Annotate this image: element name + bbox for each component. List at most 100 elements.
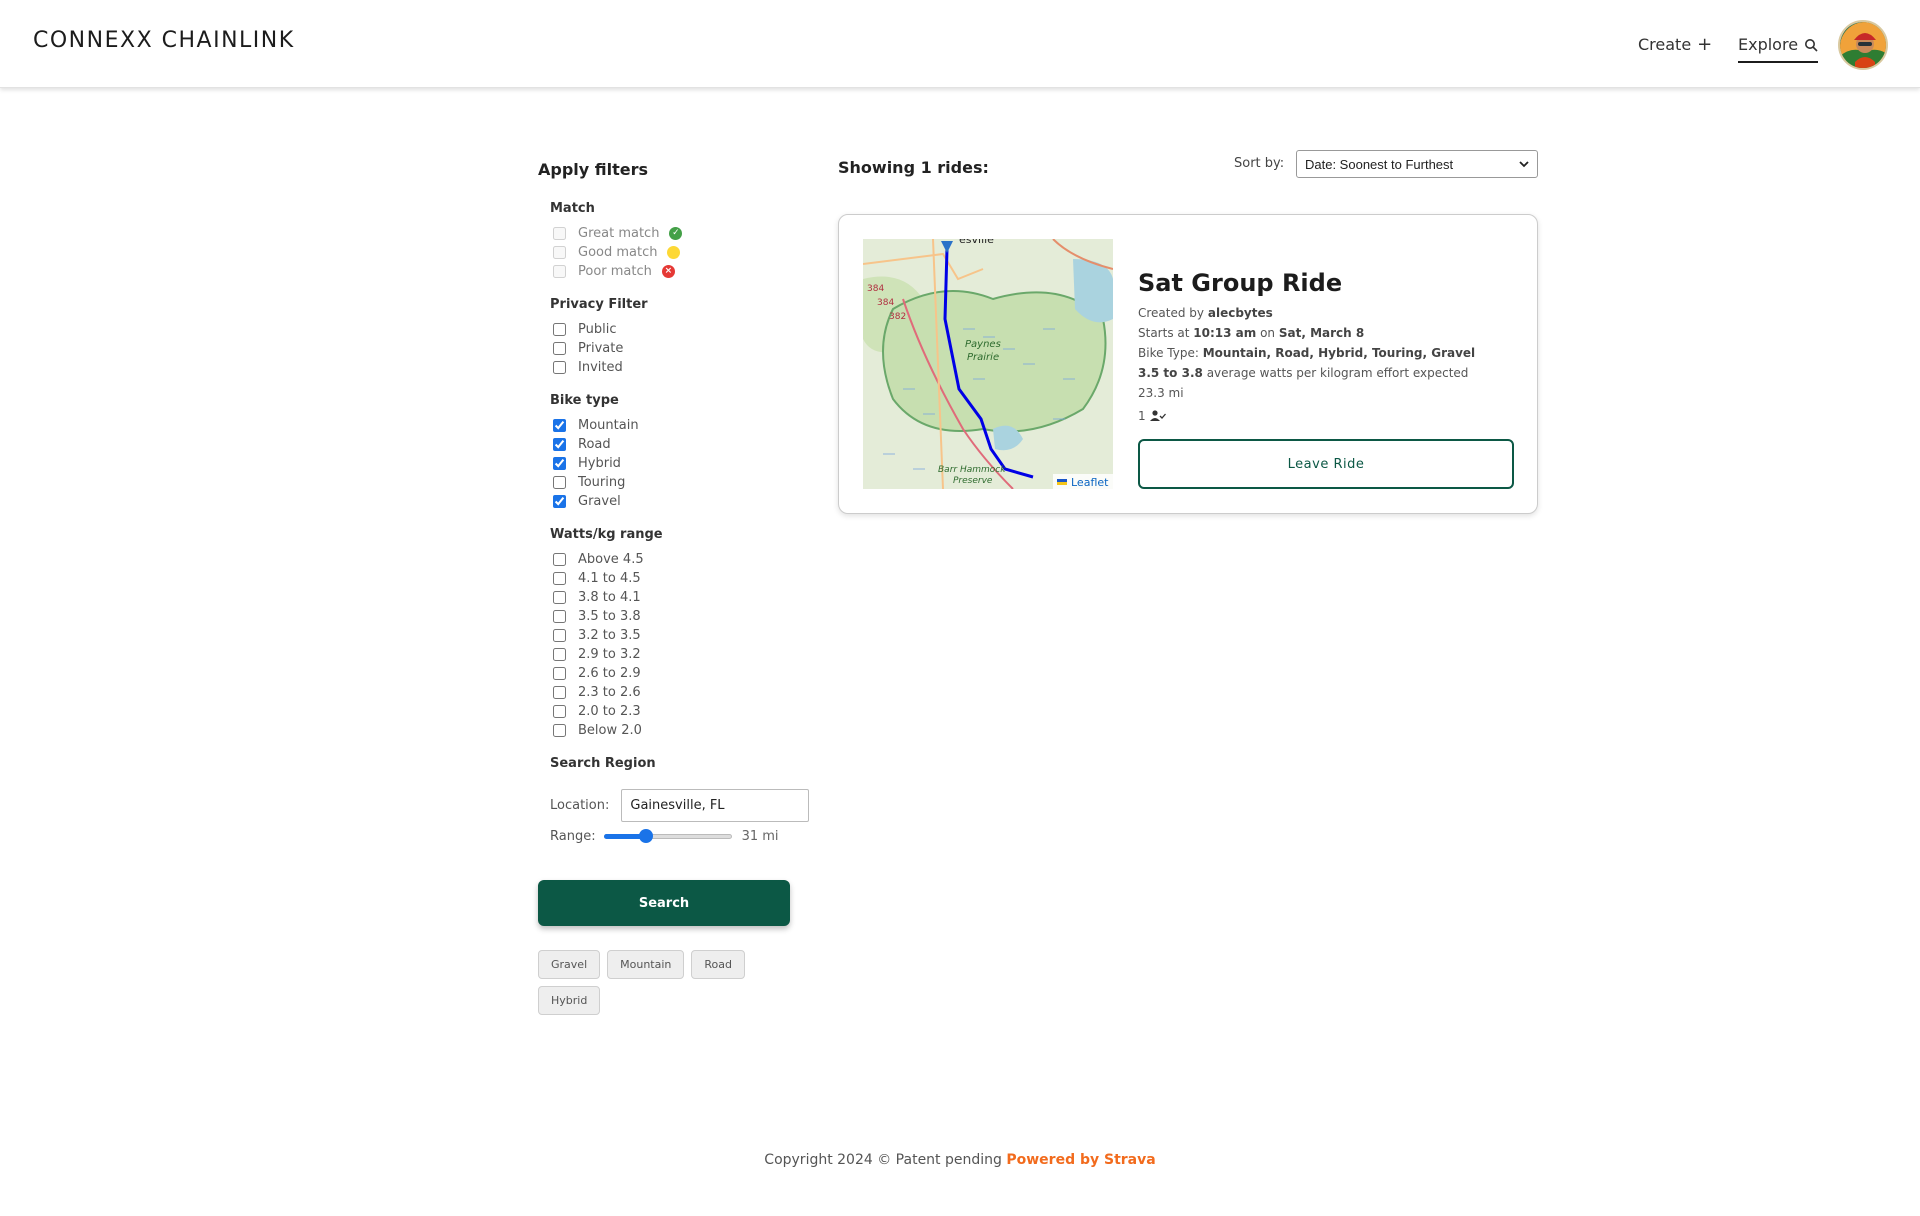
created-by-label: Created by bbox=[1138, 306, 1205, 320]
filter-good-match[interactable]: Good match bbox=[550, 243, 808, 262]
filter-tag[interactable]: Gravel bbox=[538, 950, 601, 979]
ride-date: Sat, March 8 bbox=[1278, 326, 1365, 340]
ride-title[interactable]: Sat Group Ride bbox=[1138, 269, 1518, 297]
ride-card[interactable]: esville Paynes Prairie Barr Hammock Pres… bbox=[838, 214, 1538, 514]
strava-link[interactable]: Powered by Strava bbox=[1006, 1152, 1155, 1168]
results-count: Showing 1 rides: bbox=[838, 158, 989, 177]
filters-title: Apply filters bbox=[538, 160, 649, 179]
watts-checkbox[interactable] bbox=[553, 591, 566, 604]
participant-number: 1 bbox=[1138, 409, 1146, 423]
filter-watts-below-2-0[interactable]: Below 2.0 bbox=[550, 721, 808, 740]
watts-checkbox[interactable] bbox=[553, 667, 566, 680]
public-checkbox[interactable] bbox=[553, 323, 566, 336]
ride-time: 10:13 am bbox=[1193, 326, 1257, 340]
location-input[interactable] bbox=[621, 789, 810, 822]
watts-checkbox[interactable] bbox=[553, 724, 566, 737]
range-row: Range: 31 mi bbox=[550, 828, 808, 844]
map-place-label: Preserve bbox=[953, 476, 993, 486]
sort-select[interactable]: Date: Soonest to Furthest bbox=[1296, 150, 1538, 178]
filter-invited[interactable]: Invited bbox=[550, 358, 808, 377]
invited-label: Invited bbox=[578, 360, 623, 375]
filter-watts-2-9-to-3-2[interactable]: 2.9 to 3.2 bbox=[550, 645, 808, 664]
plus-icon: + bbox=[1697, 33, 1713, 55]
great-match-label: Great match bbox=[578, 226, 660, 241]
route-map[interactable]: esville Paynes Prairie Barr Hammock Pres… bbox=[863, 239, 1113, 489]
road-checkbox[interactable] bbox=[553, 438, 566, 451]
active-filter-tags: Gravel Mountain Road Hybrid bbox=[538, 950, 798, 1015]
nav-explore[interactable]: Explore bbox=[1738, 35, 1819, 63]
filter-mountain[interactable]: Mountain bbox=[550, 416, 808, 435]
filter-watts-2-0-to-2-3[interactable]: 2.0 to 2.3 bbox=[550, 702, 808, 721]
watts-checkbox[interactable] bbox=[553, 648, 566, 661]
search-region-section: Search Region Location: Range: 31 mi bbox=[550, 756, 810, 844]
nav-create[interactable]: Create + bbox=[1638, 35, 1712, 54]
user-avatar[interactable] bbox=[1838, 20, 1888, 70]
search-icon bbox=[1805, 38, 1818, 52]
watts-checkbox[interactable] bbox=[553, 686, 566, 699]
watts-checkbox[interactable] bbox=[553, 553, 566, 566]
touring-checkbox[interactable] bbox=[553, 476, 566, 489]
filter-hybrid[interactable]: Hybrid bbox=[550, 454, 808, 473]
map-place-label: esville bbox=[959, 239, 994, 246]
private-label: Private bbox=[578, 341, 624, 356]
location-row: Location: bbox=[550, 789, 810, 822]
watts-range-value: 3.5 to 3.8 bbox=[1138, 366, 1203, 380]
filter-great-match[interactable]: Great match ✓ bbox=[550, 224, 808, 243]
touring-label: Touring bbox=[578, 475, 626, 490]
great-match-checkbox[interactable] bbox=[553, 227, 566, 240]
private-checkbox[interactable] bbox=[553, 342, 566, 355]
watts-description: average watts per kilogram effort expect… bbox=[1206, 366, 1469, 380]
bike-type-values: Mountain, Road, Hybrid, Touring, Gravel bbox=[1202, 346, 1476, 360]
gravel-checkbox[interactable] bbox=[553, 495, 566, 508]
search-button[interactable]: Search bbox=[538, 880, 790, 926]
range-value: 31 mi bbox=[741, 828, 779, 844]
watts-checkbox[interactable] bbox=[553, 610, 566, 623]
filter-poor-match[interactable]: Poor match × bbox=[550, 262, 808, 281]
privacy-filter-title: Privacy Filter bbox=[550, 297, 648, 312]
invited-checkbox[interactable] bbox=[553, 361, 566, 374]
watts-checkbox[interactable] bbox=[553, 629, 566, 642]
filter-gravel[interactable]: Gravel bbox=[550, 492, 808, 511]
bike-type-section: Bike type Mountain Road Hybrid Touring G… bbox=[550, 393, 808, 511]
range-label: Range: bbox=[550, 828, 596, 844]
good-match-checkbox[interactable] bbox=[553, 246, 566, 259]
privacy-filter-section: Privacy Filter Public Private Invited bbox=[550, 297, 808, 377]
ride-map[interactable]: esville Paynes Prairie Barr Hammock Pres… bbox=[863, 239, 1113, 489]
filter-watts-3-2-to-3-5[interactable]: 3.2 to 3.5 bbox=[550, 626, 808, 645]
map-attribution-link[interactable]: Leaflet bbox=[1071, 476, 1109, 489]
filter-watts-2-6-to-2-9[interactable]: 2.6 to 2.9 bbox=[550, 664, 808, 683]
filter-watts-above-4-5[interactable]: Above 4.5 bbox=[550, 550, 808, 569]
filter-tag[interactable]: Road bbox=[691, 950, 745, 979]
poor-match-checkbox[interactable] bbox=[553, 265, 566, 278]
watts-label: 3.5 to 3.8 bbox=[578, 609, 641, 624]
watts-label: Below 2.0 bbox=[578, 723, 642, 738]
nav-explore-label: Explore bbox=[1738, 35, 1799, 54]
sort-label: Sort by: bbox=[1234, 156, 1285, 171]
watts-label: 2.6 to 2.9 bbox=[578, 666, 641, 681]
map-place-label: Prairie bbox=[967, 352, 999, 363]
hybrid-checkbox[interactable] bbox=[553, 457, 566, 470]
brand-logo[interactable]: CONNEXX CHAINLINK bbox=[33, 28, 295, 53]
filter-public[interactable]: Public bbox=[550, 320, 808, 339]
range-slider[interactable] bbox=[603, 828, 734, 844]
bike-type-label: Bike Type: bbox=[1138, 346, 1199, 360]
filter-private[interactable]: Private bbox=[550, 339, 808, 358]
range-slider-thumb[interactable] bbox=[638, 829, 653, 843]
filter-road[interactable]: Road bbox=[550, 435, 808, 454]
match-filter-title: Match bbox=[550, 201, 595, 216]
filter-watts-4-1-to-4-5[interactable]: 4.1 to 4.5 bbox=[550, 569, 808, 588]
filter-watts-2-3-to-2-6[interactable]: 2.3 to 2.6 bbox=[550, 683, 808, 702]
watts-checkbox[interactable] bbox=[553, 705, 566, 718]
filter-tag[interactable]: Hybrid bbox=[538, 986, 601, 1015]
mountain-checkbox[interactable] bbox=[553, 419, 566, 432]
leave-ride-button[interactable]: Leave Ride bbox=[1138, 439, 1514, 489]
filter-touring[interactable]: Touring bbox=[550, 473, 808, 492]
x-circle-icon: × bbox=[661, 265, 675, 278]
filter-watts-3-8-to-4-1[interactable]: 3.8 to 4.1 bbox=[550, 588, 808, 607]
ride-start: Starts at 10:13 am on Sat, March 8 bbox=[1138, 323, 1518, 343]
search-region-title: Search Region bbox=[550, 756, 656, 771]
filter-watts-3-5-to-3-8[interactable]: 3.5 to 3.8 bbox=[550, 607, 808, 626]
filter-tag[interactable]: Mountain bbox=[607, 950, 685, 979]
ride-distance: 23.3 mi bbox=[1138, 386, 1184, 400]
watts-checkbox[interactable] bbox=[553, 572, 566, 585]
